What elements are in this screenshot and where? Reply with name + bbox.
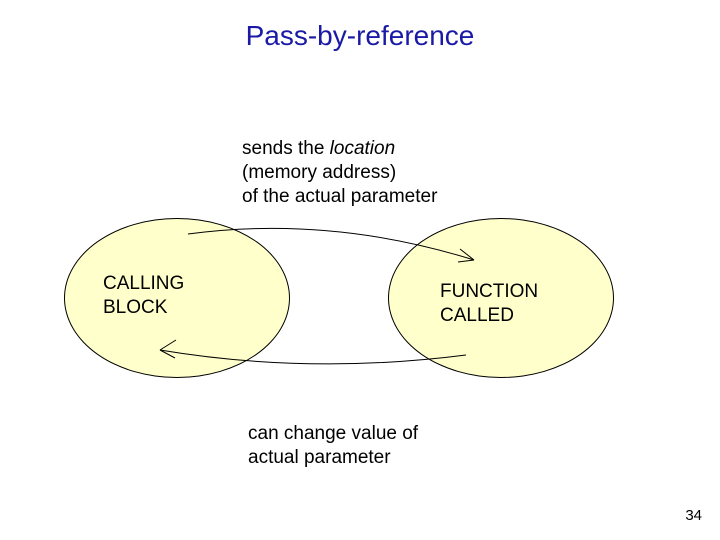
top-annotation-line1: sends the location xyxy=(242,137,437,161)
bottom-annotation: can change value of actual parameter xyxy=(248,422,418,470)
top-annotation-line1a: sends the xyxy=(242,138,330,159)
calling-block-label-line1: CALLING xyxy=(103,272,184,296)
calling-block-label-line2: BLOCK xyxy=(103,296,184,320)
bottom-annotation-line2: actual parameter xyxy=(248,446,418,470)
slide-title: Pass-by-reference xyxy=(0,20,720,52)
function-called-label: FUNCTION CALLED xyxy=(440,280,538,328)
top-annotation-line1b: location xyxy=(330,138,396,159)
calling-block-label: CALLING BLOCK xyxy=(103,272,184,320)
top-annotation-line2: (memory address) xyxy=(242,161,437,185)
top-annotation-line3: of the actual parameter xyxy=(242,185,437,209)
function-called-label-line2: CALLED xyxy=(440,304,538,328)
top-annotation: sends the location (memory address) of t… xyxy=(242,137,437,208)
bottom-annotation-line1: can change value of xyxy=(248,422,418,446)
function-called-label-line1: FUNCTION xyxy=(440,280,538,304)
page-number: 34 xyxy=(685,507,702,524)
